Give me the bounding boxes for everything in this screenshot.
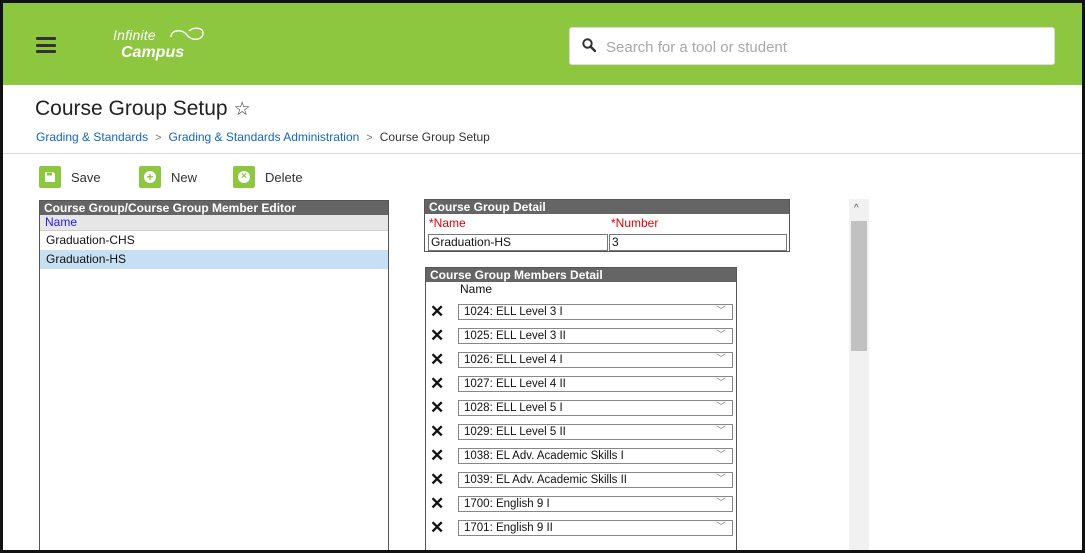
page-title: Course Group Setup ☆ [35,97,251,121]
name-label: *Name [429,216,466,230]
course-group-editor: Course Group/Course Group Member Editor … [39,200,389,550]
divider [3,153,1082,154]
plus-icon: + [139,166,161,188]
save-label: Save [71,169,101,185]
member-row: ✕ 1027: ELL Level 4 II ﹀ [426,375,736,393]
name-field[interactable]: Graduation-HS [428,234,608,251]
course-select-value: 1700: English 9 I [464,498,550,510]
remove-x-icon[interactable]: ✕ [430,423,444,441]
member-row: ✕ 1039: EL Adv. Academic Skills II ﹀ [426,471,736,489]
chevron-down-icon: ﹀ [716,354,726,365]
delete-button[interactable]: × Delete [233,165,303,189]
remove-x-icon[interactable]: ✕ [430,519,444,537]
breadcrumb-grading-standards-admin[interactable]: Grading & Standards Administration [169,130,360,144]
breadcrumb-grading-standards[interactable]: Grading & Standards [36,130,148,144]
course-select-value: 1026: ELL Level 4 I [464,354,563,366]
member-row: ✕ 1701: English 9 II ﹀ [426,519,736,537]
chevron-down-icon: ﹀ [716,330,726,341]
new-label: New [171,169,198,185]
course-select-value: 1025: ELL Level 3 II [464,330,566,342]
top-bar: Infinite Campus [3,3,1082,85]
logo-text-line2: Campus [121,44,185,61]
course-select[interactable]: 1024: ELL Level 3 I ﹀ [458,304,733,320]
delete-label: Delete [265,169,303,185]
remove-x-icon[interactable]: ✕ [430,375,444,393]
chevron-down-icon: ﹀ [716,474,726,485]
remove-x-icon[interactable]: ✕ [430,327,444,345]
search-input[interactable] [604,36,1038,58]
chevron-down-icon: ﹀ [716,402,726,413]
breadcrumb-current: Course Group Setup [379,130,490,144]
new-button[interactable]: + New [139,165,197,189]
scrollbar[interactable]: ^ [849,199,869,550]
page-title-text: Course Group Setup [35,97,228,120]
course-select-value: 1024: ELL Level 3 I [464,306,563,318]
course-select[interactable]: 1026: ELL Level 4 I ﹀ [458,352,733,368]
course-select[interactable]: 1027: ELL Level 4 II ﹀ [458,376,733,392]
app-window: Infinite Campus Course Group Setup ☆ Grad… [0,0,1085,553]
remove-x-icon[interactable]: ✕ [430,399,444,417]
remove-x-icon[interactable]: ✕ [430,447,444,465]
course-select[interactable]: 1025: ELL Level 3 II ﹀ [458,328,733,344]
number-field[interactable]: 3 [609,234,787,251]
infinite-campus-logo[interactable]: Infinite Campus [113,27,204,61]
number-label: *Number [611,216,659,230]
course-select-value: 1028: ELL Level 5 I [464,402,563,414]
course-group-members: Course Group Members Detail Name ✕ 1024: … [425,267,737,550]
course-group-detail: Course Group Detail *Name *Number Gradua… [424,199,790,252]
course-select[interactable]: 1028: ELL Level 5 I ﹀ [458,400,733,416]
course-select-value: 1039: EL Adv. Academic Skills II [464,474,627,486]
remove-x-icon[interactable]: ✕ [430,351,444,369]
remove-x-icon[interactable]: ✕ [430,471,444,489]
course-select-value: 1038: EL Adv. Academic Skills I [464,450,624,462]
detail-header: Course Group Detail [425,200,789,214]
member-row: ✕ 1029: ELL Level 5 II ﹀ [426,423,736,441]
member-row: ✕ 1025: ELL Level 3 II ﹀ [426,327,736,345]
infinity-icon [170,27,204,40]
member-row: ✕ 1028: ELL Level 5 I ﹀ [426,399,736,417]
menu-icon[interactable] [36,37,56,53]
chevron-down-icon: ﹀ [716,426,726,437]
chevron-right-icon: > [155,132,162,144]
editor-header: Course Group/Course Group Member Editor [40,201,388,215]
scrollbar-thumb[interactable] [851,221,867,351]
chevron-down-icon: ﹀ [716,498,726,509]
remove-x-icon[interactable]: ✕ [430,303,444,321]
list-item-selected[interactable]: Graduation-HS [40,250,388,269]
members-column-name: Name [460,282,493,296]
course-select-value: 1701: English 9 II [464,522,553,534]
course-select[interactable]: 1038: EL Adv. Academic Skills I ﹀ [458,448,733,464]
remove-x-icon[interactable]: ✕ [430,495,444,513]
editor-column-name[interactable]: Name [40,215,388,231]
members-header: Course Group Members Detail [426,268,736,282]
course-select[interactable]: 1039: EL Adv. Academic Skills II ﹀ [458,472,733,488]
member-row: ✕ 1038: EL Adv. Academic Skills I ﹀ [426,447,736,465]
save-button[interactable]: Save [39,165,101,189]
breadcrumb: Grading & Standards > Grading & Standards … [36,130,490,144]
member-row: ✕ 1026: ELL Level 4 I ﹀ [426,351,736,369]
chevron-down-icon: ﹀ [716,522,726,533]
list-item[interactable]: Graduation-CHS [40,231,388,250]
chevron-right-icon: > [366,132,373,144]
search-box[interactable] [569,27,1055,65]
course-select-value: 1027: ELL Level 4 II [464,378,566,390]
search-icon [582,38,596,52]
course-select[interactable]: 1700: English 9 I ﹀ [458,496,733,512]
chevron-up-icon[interactable]: ^ [854,203,859,214]
course-select[interactable]: 1701: English 9 II ﹀ [458,520,733,536]
chevron-down-icon: ﹀ [716,306,726,317]
save-icon [39,166,61,188]
favorite-star-icon[interactable]: ☆ [234,99,251,120]
member-row: ✕ 1024: ELL Level 3 I ﹀ [426,303,736,321]
course-select[interactable]: 1029: ELL Level 5 II ﹀ [458,424,733,440]
chevron-down-icon: ﹀ [716,378,726,389]
member-row: ✕ 1700: English 9 I ﹀ [426,495,736,513]
course-select-value: 1029: ELL Level 5 II [464,426,566,438]
delete-icon: × [233,166,255,188]
chevron-down-icon: ﹀ [716,450,726,461]
